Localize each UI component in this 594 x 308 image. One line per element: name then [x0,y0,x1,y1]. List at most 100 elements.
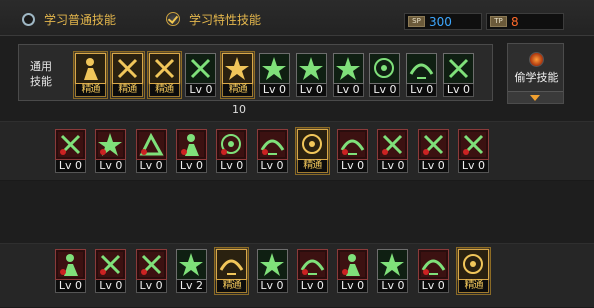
skill-slot[interactable]: Lv 0 [175,129,207,173]
skill-level-label: Lv 0 [295,84,327,97]
common-skill-slot[interactable]: Lv 0 [443,53,474,97]
tab-trait-skills[interactable]: 学习特性技能 [166,9,261,29]
skill-level-label: Lv 2 [175,280,207,293]
armor-figure-icon[interactable] [95,129,127,160]
common-skill-slot[interactable]: Lv 0 [332,53,364,97]
common-skill-slot[interactable]: 精通 [146,51,182,99]
skill-level-label: Lv 0 [95,160,127,173]
skill-slot[interactable]: Lv 0 [296,249,328,293]
burst-icon[interactable] [458,129,489,160]
target-burst-icon[interactable] [222,53,254,84]
common-skills-label: 通用技能 [30,60,52,88]
crouch-figure-icon[interactable] [75,53,106,84]
skill-level-label: Lv 0 [135,160,167,173]
sp-value: 300 [429,14,452,29]
throw-icon[interactable] [95,249,127,280]
strike-arrow-icon[interactable] [295,53,327,84]
skill-slot[interactable]: Lv 0 [377,249,409,293]
sp-points: SP 300 [404,13,482,30]
skill-slot[interactable]: Lv 0 [377,129,409,173]
skill-slot[interactable]: Lv 0 [417,249,449,293]
common-skill-slot[interactable]: 精通 [109,51,145,99]
skill-level-label: Lv 0 [417,280,449,293]
fireball-icon[interactable] [135,129,167,160]
dash-icon[interactable] [337,129,369,160]
steal-skill-icon [529,52,544,67]
common-skill-slot[interactable]: Lv 0 [259,53,290,97]
skill-slot[interactable]: Lv 0 [55,249,86,293]
skill-level-label: Lv 0 [443,84,474,97]
spike-icon[interactable] [417,129,449,160]
radio-icon[interactable] [22,12,35,26]
skill-slot[interactable]: Lv 0 [135,249,167,293]
skill-slot[interactable]: Lv 0 [95,129,127,173]
skill-slot[interactable]: Lv 0 [417,129,449,173]
skill-level-label: Lv 0 [259,84,290,97]
rising-icon[interactable] [175,249,207,280]
coil-icon[interactable] [417,249,449,280]
skill-slot[interactable]: 精通 [294,127,330,175]
skill-level-label: Lv 0 [256,160,288,173]
skill-slot[interactable]: 精通 [456,247,491,295]
vortex-icon[interactable] [377,249,409,280]
claw-icon[interactable] [256,129,288,160]
steal-skill-button[interactable]: 偷学技能 [507,43,564,104]
skill-cost-value: 10 [232,103,246,116]
skill-level-label: Lv 0 [55,280,86,293]
leap-figure-icon[interactable] [111,53,143,84]
skill-level-label: Lv 0 [332,84,364,97]
whirlwind-icon[interactable] [296,129,328,160]
skill-slot[interactable]: Lv 2 [175,249,207,293]
skill-level-label: 精通 [296,160,328,173]
skill-level-label: Lv 0 [135,280,167,293]
blade-icon[interactable] [443,53,474,84]
common-skill-slot[interactable]: 精通 [73,51,108,99]
skill-level-label: Lv 0 [95,280,127,293]
arrow-strike-icon[interactable] [256,249,288,280]
skill-slot[interactable]: Lv 0 [55,129,86,173]
steal-skill-label: 偷学技能 [514,71,559,84]
skill-level-label: 精通 [222,84,254,97]
common-skill-slot[interactable]: Lv 0 [406,53,438,97]
slash-arc-icon[interactable] [216,129,248,160]
hook-icon[interactable] [216,249,248,280]
skill-slot[interactable]: Lv 0 [337,129,369,173]
power-pose-icon[interactable] [406,53,438,84]
spin-icon[interactable] [296,249,328,280]
skill-level-label: Lv 0 [337,280,369,293]
checkmark-icon[interactable] [166,12,180,26]
skill-slot[interactable]: Lv 0 [458,129,489,173]
guard-icon[interactable] [377,129,409,160]
common-skill-slot[interactable]: Lv 0 [369,53,401,97]
tp-tag: TP [490,16,507,27]
wings-icon[interactable] [185,53,217,84]
skill-slot[interactable]: Lv 0 [256,249,288,293]
skill-icon[interactable] [55,129,86,160]
common-skill-slot[interactable]: Lv 0 [185,53,217,97]
dropdown-arrow-icon[interactable] [508,91,563,103]
skill-slot[interactable]: Lv 0 [256,129,288,173]
skill-tab-bar: 学习普通技能 学习特性技能 SP 300 TP 8 [0,0,594,36]
skill-slot[interactable]: Lv 0 [337,249,369,293]
target-icon[interactable] [259,53,290,84]
tp-points: TP 8 [486,13,564,30]
cloak-figure-icon[interactable] [332,53,364,84]
grapple-icon[interactable] [55,249,86,280]
skill-slot[interactable]: Lv 0 [216,129,248,173]
tab-normal-skills[interactable]: 学习普通技能 [22,9,116,29]
eye-icon[interactable] [369,53,401,84]
skill-slot[interactable]: Lv 0 [95,249,127,293]
skill-level-label: Lv 0 [369,84,401,97]
skill-level-label: Lv 0 [337,160,369,173]
common-skill-slot[interactable]: 精通 [220,51,256,99]
skill-level-label: Lv 0 [377,160,409,173]
lightning-icon[interactable] [458,249,489,280]
tornado-icon[interactable] [337,249,369,280]
warrior-icon[interactable] [175,129,207,160]
skill-slot[interactable]: 精通 [214,247,250,295]
kick-figure-icon[interactable] [148,53,180,84]
skill-level-label: Lv 0 [406,84,438,97]
skill-slot[interactable]: Lv 0 [135,129,167,173]
common-skill-slot[interactable]: Lv 0 [295,53,327,97]
ground-slam-icon[interactable] [135,249,167,280]
